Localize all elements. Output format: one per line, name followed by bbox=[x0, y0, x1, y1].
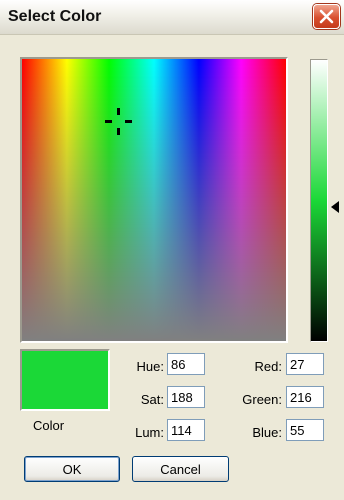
green-label: Green: bbox=[242, 392, 282, 407]
red-label: Red: bbox=[254, 359, 282, 374]
hue-label: Hue: bbox=[136, 359, 164, 374]
luminance-bar[interactable] bbox=[310, 59, 328, 342]
blue-label: Blue: bbox=[252, 425, 282, 440]
hue-input[interactable] bbox=[167, 353, 205, 375]
cancel-button[interactable]: Cancel bbox=[132, 456, 229, 482]
luminance-slider-arrow-icon[interactable] bbox=[331, 201, 339, 213]
ok-button[interactable]: OK bbox=[24, 456, 120, 482]
color-swatch bbox=[20, 349, 110, 411]
sat-label: Sat: bbox=[140, 392, 164, 407]
green-input[interactable] bbox=[286, 386, 324, 408]
color-spectrum[interactable] bbox=[20, 57, 288, 343]
lum-input[interactable] bbox=[167, 419, 205, 441]
window-title: Select Color bbox=[8, 8, 102, 25]
lum-label: Lum: bbox=[135, 425, 164, 440]
red-input[interactable] bbox=[286, 353, 324, 375]
close-button[interactable] bbox=[313, 4, 340, 29]
blue-input[interactable] bbox=[286, 419, 324, 441]
luminance-gradient[interactable] bbox=[311, 60, 327, 341]
crosshair-icon[interactable] bbox=[104, 107, 136, 139]
sat-input[interactable] bbox=[167, 386, 205, 408]
color-swatch-label: Color bbox=[33, 418, 65, 433]
close-icon bbox=[319, 9, 334, 24]
spectrum-gradient[interactable] bbox=[22, 59, 286, 341]
title-bar[interactable]: Select Color bbox=[0, 0, 344, 35]
